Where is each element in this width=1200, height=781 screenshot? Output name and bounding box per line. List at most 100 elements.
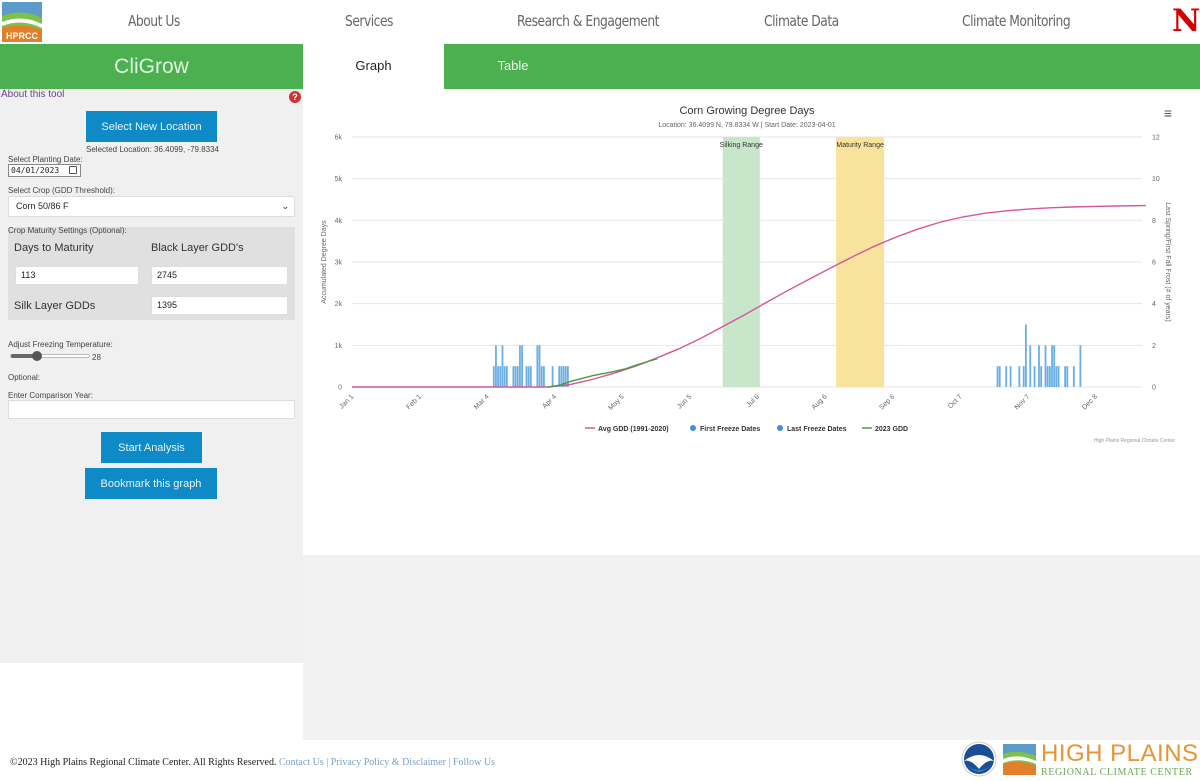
x-tick-label: May 5 [607,393,626,412]
freeze-bar [1033,366,1036,387]
freeze-bar [1057,366,1060,387]
freeze-bar [1072,366,1075,387]
freezing-temp-slider[interactable] [10,351,90,361]
x-tick-label: Aug 6 [811,393,829,411]
freeze-bar [1048,366,1051,387]
silk-layer-gdd-input[interactable]: 1395 [151,296,288,315]
y2-tick-label: 6 [1152,260,1156,267]
chart-title: Corn Growing Degree Days [679,105,815,117]
x-tick-label: Apr 4 [541,393,558,410]
content-spacer [303,555,1200,740]
y2-tick-label: 0 [1152,385,1156,392]
y-tick-label: 0 [338,385,342,392]
y-tick-label: 1k [335,343,343,350]
y-tick-label: 5k [335,176,343,183]
freeze-bar [512,366,515,387]
freeze-bar [505,366,508,387]
crop-label: Select Crop (GDD Threshold): [8,186,115,195]
chevron-down-icon: ⌄ [281,201,289,211]
chart-menu-icon[interactable]: ≡ [1164,105,1172,121]
planting-date-value: 04/01/2023 [11,166,60,175]
nebraska-logo[interactable]: N [1172,4,1200,38]
plot-band-label: Maturity Range [836,142,884,149]
x-tick-label: Jul 6 [746,393,761,408]
slider-thumb[interactable] [31,351,42,361]
comparison-year-label: Enter Comparison Year: [8,391,93,400]
y-tick-label: 4k [335,218,343,225]
freeze-bar [1055,366,1058,387]
freeze-bar [1046,366,1049,387]
freeze-bar [567,366,569,387]
bookmark-button[interactable]: Bookmark this graph [85,468,217,499]
hprcc-footer-logo[interactable] [1003,744,1036,775]
crop-maturity-settings: Crop Maturity Settings (Optional): Days … [8,226,295,320]
freeze-bar [1064,366,1067,387]
y2-tick-label: 4 [1152,301,1156,308]
start-analysis-button[interactable]: Start Analysis [101,432,202,463]
freeze-bar [501,345,504,387]
freeze-bar [558,366,561,387]
freeze-bar [1018,366,1021,387]
freeze-bar [1038,345,1040,387]
y2-tick-label: 8 [1152,218,1156,225]
silk-layer-label: Silk Layer GDDs [14,300,96,312]
contact-us-link[interactable]: Contact Us [279,757,324,768]
crop-select[interactable]: Corn 50/86 F ⌄ [8,196,295,217]
nav-about-us[interactable]: About Us [128,12,180,30]
days-to-maturity-label: Days to Maturity [14,242,94,254]
hprcc-footer-title: HIGH PLAINS [1041,740,1199,767]
copyright: ©2023 High Plains Regional Climate Cente… [10,757,277,768]
about-tool-link[interactable]: About this tool [1,89,64,100]
follow-us-link[interactable]: Follow Us [453,757,495,768]
y2-axis-label: Last Spring/First Fall Frost (# of years… [1164,202,1171,321]
y2-tick-label: 10 [1152,176,1160,183]
x-tick-label: Nov 7 [1014,393,1032,411]
freeze-bar [536,345,539,387]
y-tick-label: 6k [335,135,343,142]
legend-label: Last Freeze Dates [787,426,847,433]
y2-tick-label: 12 [1152,135,1160,142]
x-tick-label: Sep 6 [878,393,896,411]
tab-bar: Graph Table [303,44,1200,89]
sidebar: About this tool ? Select New Location Se… [0,89,303,663]
crop-select-value: Corn 50/86 F [16,201,69,211]
planting-date-label: Select Planting Date: [8,155,83,164]
freeze-bar [996,366,999,387]
freeze-bar [1040,366,1043,387]
help-icon[interactable]: ? [289,91,301,103]
selected-location-text: Selected Location: 36.4099, -79.8334 [86,145,219,154]
freeze-bar [529,366,532,387]
freezing-temp-label: Adjust Freezing Temperature: [8,340,113,349]
freeze-bar [1024,324,1027,387]
freeze-bar [525,366,528,387]
planting-date-input[interactable]: 04/01/2023 [8,164,81,177]
freeze-bar [551,366,554,387]
freeze-bar [1053,345,1056,387]
calendar-icon[interactable] [69,166,77,174]
plot-band-label: Silking Range [720,142,763,149]
black-layer-gdd-input[interactable]: 2745 [151,266,288,285]
nav-climate-monitoring[interactable]: Climate Monitoring [962,12,1071,30]
freeze-bar [492,366,495,387]
legend-label: Avg GDD (1991-2020) [598,426,669,433]
x-tick-label: Jun 5 [676,393,693,410]
nav-services[interactable]: Services [345,12,393,30]
freeze-bar [495,345,497,387]
nav-research-engagement[interactable]: Research & Engagement [517,12,659,30]
freeze-bar [519,345,521,387]
freeze-bar [1029,345,1032,387]
tab-table[interactable]: Table [463,44,563,89]
noaa-logo[interactable] [961,741,997,777]
freeze-bar [503,366,506,387]
freeze-bar [1066,366,1069,387]
black-layer-label: Black Layer GDD's [151,242,244,254]
privacy-policy-link[interactable]: Privacy Policy & Disclaimer [331,757,446,768]
nav-climate-data[interactable]: Climate Data [764,12,839,30]
days-to-maturity-input[interactable]: 113 [15,266,139,285]
tab-graph[interactable]: Graph [303,44,444,89]
select-location-button[interactable]: Select New Location [86,111,217,142]
hprcc-logo[interactable]: HPRCC [2,2,42,42]
comparison-year-input[interactable] [8,400,295,419]
hprcc-footer-subtitle: REGIONAL CLIMATE CENTER [1041,767,1193,778]
top-navigation: HPRCC About Us Services Research & Engag… [0,0,1200,44]
